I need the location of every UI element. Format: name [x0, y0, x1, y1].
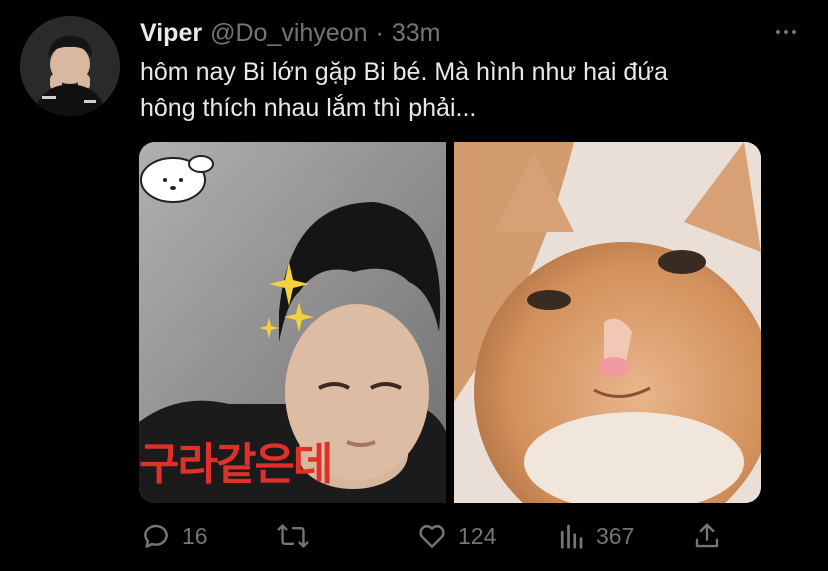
- media-photo-kitten[interactable]: [454, 142, 761, 503]
- timestamp[interactable]: 33m: [392, 19, 441, 48]
- display-name[interactable]: Viper: [140, 19, 202, 48]
- retweet-action[interactable]: [276, 516, 310, 556]
- reply-action[interactable]: 16: [140, 516, 208, 556]
- views-count: 367: [596, 522, 635, 549]
- tweet-header: Viper @Do_vihyeon · 33m: [140, 16, 440, 50]
- like-action[interactable]: 124: [416, 516, 496, 556]
- tweet-text: hôm nay Bi lớn gặp Bi bé. Mà hình như ha…: [140, 54, 800, 126]
- tweet-text-line: hôm nay Bi lớn gặp Bi bé. Mà hình như ha…: [140, 58, 668, 86]
- tweet-text-line: hông thích nhau lắm thì phải...: [140, 94, 477, 122]
- views-action[interactable]: 367: [556, 516, 634, 556]
- media-caption: 구라같은데: [139, 439, 333, 490]
- action-bar: 16 124 367: [140, 516, 740, 556]
- reply-icon[interactable]: [140, 520, 172, 552]
- share-action[interactable]: [692, 516, 722, 556]
- heart-icon[interactable]: [416, 520, 448, 552]
- tweet[interactable]: Viper @Do_vihyeon · 33m hôm nay Bi lớn g…: [0, 0, 828, 571]
- avatar[interactable]: [20, 16, 120, 116]
- like-count: 124: [458, 522, 497, 549]
- retweet-icon[interactable]: [276, 520, 310, 552]
- share-icon[interactable]: [692, 520, 722, 552]
- reply-count: 16: [182, 522, 208, 549]
- media-grid: 구라같은데: [139, 142, 761, 503]
- analytics-icon[interactable]: [556, 520, 586, 552]
- separator-dot: ·: [375, 18, 384, 47]
- media-photo-person[interactable]: 구라같은데: [139, 142, 446, 503]
- more-icon[interactable]: [768, 20, 804, 44]
- user-handle[interactable]: @Do_vihyeon: [210, 19, 367, 48]
- media-divider: [446, 142, 454, 503]
